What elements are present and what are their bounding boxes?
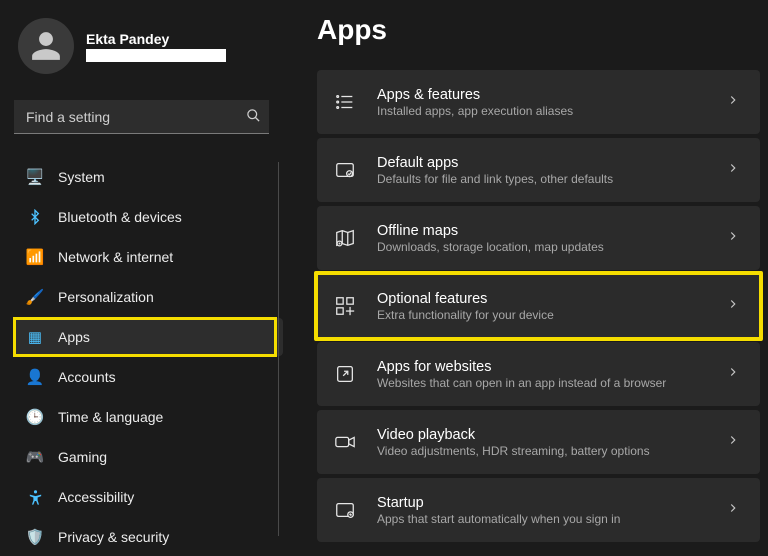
settings-card-apps-features[interactable]: Apps & featuresInstalled apps, app execu… [317, 70, 760, 134]
sidebar-item-icon: 📶 [26, 248, 44, 266]
sidebar-item-time-language[interactable]: 🕒 Time & language [14, 398, 283, 436]
profile-text: Ekta Pandey [86, 31, 226, 62]
chevron-right-icon [726, 297, 740, 316]
sidebar-item-personalization[interactable]: 🖌️ Personalization [14, 278, 283, 316]
card-text: StartupApps that start automatically whe… [377, 495, 726, 526]
avatar [18, 18, 74, 74]
search-wrap [14, 100, 283, 134]
sidebar-item-icon: 🕒 [26, 408, 44, 426]
sidebar-item-bluetooth-devices[interactable]: Bluetooth & devices [14, 198, 283, 236]
sidebar-item-label: Personalization [58, 289, 154, 305]
card-text: Optional featuresExtra functionality for… [377, 291, 726, 322]
sidebar-nav: 🖥️ System Bluetooth & devices 📶 Network & in… [14, 158, 283, 556]
sidebar-separator [278, 162, 279, 536]
settings-card-startup[interactable]: StartupApps that start automatically whe… [317, 478, 760, 542]
main-panel: Apps Apps & featuresInstalled apps, app … [295, 0, 768, 550]
profile-name: Ekta Pandey [86, 31, 226, 47]
sidebar-item-icon: 🖌️ [26, 288, 44, 306]
card-text: Apps for websitesWebsites that can open … [377, 359, 726, 390]
search-input[interactable] [14, 100, 269, 134]
settings-card-apps-for-websites[interactable]: Apps for websitesWebsites that can open … [317, 342, 760, 406]
sidebar-item-accessibility[interactable]: Accessibility [14, 478, 283, 516]
card-subtitle: Downloads, storage location, map updates [377, 240, 726, 254]
sidebar-item-icon [26, 208, 44, 226]
card-subtitle: Installed apps, app execution aliases [377, 104, 726, 118]
settings-card-video-playback[interactable]: Video playbackVideo adjustments, HDR str… [317, 410, 760, 474]
sidebar-item-system[interactable]: 🖥️ System [14, 158, 283, 196]
chevron-right-icon [726, 161, 740, 180]
sidebar-item-label: Privacy & security [58, 529, 169, 545]
sidebar-item-label: Accounts [58, 369, 116, 385]
settings-card-offline-maps[interactable]: Offline mapsDownloads, storage location,… [317, 206, 760, 270]
sidebar-item-icon: 🛡️ [26, 528, 44, 546]
card-title: Startup [377, 495, 726, 511]
settings-card-default-apps[interactable]: Default appsDefaults for file and link t… [317, 138, 760, 202]
list-icon [333, 90, 357, 114]
settings-card-optional-features[interactable]: Optional featuresExtra functionality for… [317, 274, 760, 338]
sidebar-item-label: Time & language [58, 409, 163, 425]
card-title: Offline maps [377, 223, 726, 239]
sidebar-item-label: Apps [58, 329, 90, 345]
chevron-right-icon [726, 433, 740, 452]
chevron-right-icon [726, 93, 740, 112]
sidebar-item-gaming[interactable]: 🎮 Gaming [14, 438, 283, 476]
card-subtitle: Websites that can open in an app instead… [377, 376, 726, 390]
sidebar-item-label: Bluetooth & devices [58, 209, 182, 225]
card-text: Default appsDefaults for file and link t… [377, 155, 726, 186]
card-text: Apps & featuresInstalled apps, app execu… [377, 87, 726, 118]
sidebar-item-network-internet[interactable]: 📶 Network & internet [14, 238, 283, 276]
settings-card-list: Apps & featuresInstalled apps, app execu… [317, 70, 760, 542]
sidebar-item-icon: 🖥️ [26, 168, 44, 186]
chevron-right-icon [726, 365, 740, 384]
card-subtitle: Extra functionality for your device [377, 308, 726, 322]
sidebar-item-label: System [58, 169, 105, 185]
sidebar-item-icon: ▦ [26, 328, 44, 346]
sidebar-item-apps[interactable]: ▦ Apps [14, 318, 283, 356]
default-icon [333, 158, 357, 182]
card-title: Default apps [377, 155, 726, 171]
map-icon [333, 226, 357, 250]
sidebar-item-label: Accessibility [58, 489, 134, 505]
sidebar-item-icon: 🎮 [26, 448, 44, 466]
sidebar-item-icon [26, 488, 44, 506]
profile-block[interactable]: Ekta Pandey [14, 14, 283, 84]
card-title: Optional features [377, 291, 726, 307]
sidebar-item-label: Gaming [58, 449, 107, 465]
sidebar-item-privacy-security[interactable]: 🛡️ Privacy & security [14, 518, 283, 556]
chevron-right-icon [726, 501, 740, 520]
card-title: Video playback [377, 427, 726, 443]
sidebar-item-accounts[interactable]: 👤 Accounts [14, 358, 283, 396]
card-title: Apps & features [377, 87, 726, 103]
card-text: Offline mapsDownloads, storage location,… [377, 223, 726, 254]
card-text: Video playbackVideo adjustments, HDR str… [377, 427, 726, 458]
person-icon [29, 29, 63, 63]
card-subtitle: Video adjustments, HDR streaming, batter… [377, 444, 726, 458]
card-subtitle: Defaults for file and link types, other … [377, 172, 726, 186]
sidebar: Ekta Pandey 🖥️ System Bluetooth & devices 📶… [0, 0, 295, 550]
card-title: Apps for websites [377, 359, 726, 375]
grid-plus-icon [333, 294, 357, 318]
sidebar-item-label: Network & internet [58, 249, 173, 265]
sidebar-item-icon: 👤 [26, 368, 44, 386]
video-icon [333, 430, 357, 454]
card-subtitle: Apps that start automatically when you s… [377, 512, 726, 526]
page-title: Apps [317, 14, 760, 46]
open-icon [333, 362, 357, 386]
startup-icon [333, 498, 357, 522]
chevron-right-icon [726, 229, 740, 248]
profile-email-redacted [86, 49, 226, 62]
